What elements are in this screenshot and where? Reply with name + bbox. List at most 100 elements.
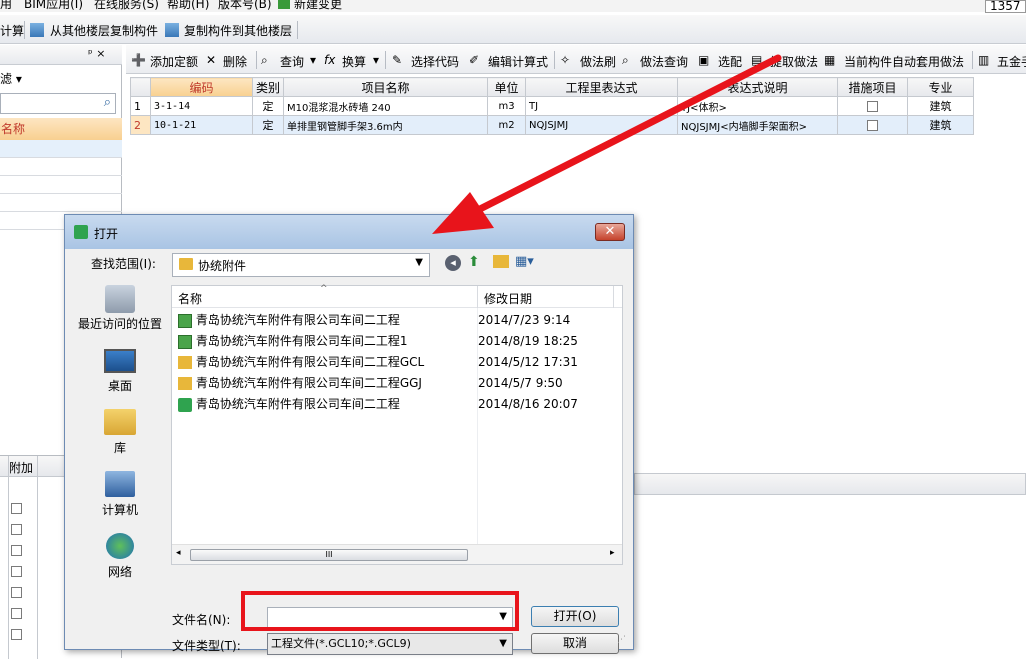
- toolbar-separator: [297, 21, 298, 39]
- open-button[interactable]: 打开(O): [531, 606, 619, 627]
- auto-apply-button[interactable]: 当前构件自动套用做法: [844, 53, 964, 70]
- place-recent[interactable]: 最近访问的位置: [73, 285, 167, 332]
- col-expr-header[interactable]: 工程里表达式: [525, 77, 679, 97]
- cell-name[interactable]: M10混浆混水砖墙 240: [283, 96, 489, 116]
- table-row[interactable]: 2 10-1-21 定 单排里钢管脚手架3.6m内 m2 NQJSJMJ NQJ…: [130, 115, 975, 135]
- measure-checkbox[interactable]: [867, 120, 879, 131]
- cell-measure[interactable]: [837, 96, 909, 116]
- file-row[interactable]: 青岛协统汽车附件有限公司车间二工程GGJ 2014/5/7 9:50: [178, 373, 618, 393]
- place-network[interactable]: 网络: [73, 533, 167, 580]
- dialog-titlebar[interactable]: 打开 ✕: [65, 215, 633, 249]
- add-quota-button[interactable]: 添加定额: [150, 53, 198, 70]
- col-unit-header[interactable]: 单位: [487, 77, 527, 97]
- measure-checkbox[interactable]: [867, 101, 879, 112]
- place-computer[interactable]: 计算机: [73, 471, 167, 518]
- place-desktop[interactable]: 桌面: [73, 349, 167, 394]
- resize-grip-icon[interactable]: ⋰: [617, 635, 626, 645]
- file-row[interactable]: 青岛协统汽车附件有限公司车间二工程 2014/8/16 20:07: [178, 394, 618, 414]
- col-name-header[interactable]: 名称: [178, 290, 202, 307]
- col-desc-header[interactable]: 表达式说明: [677, 77, 839, 97]
- copy-from-floor-button[interactable]: 从其他楼层复制构件: [50, 22, 158, 39]
- list-item[interactable]: [0, 140, 122, 158]
- cell-major[interactable]: 建筑: [907, 96, 975, 116]
- col-type-header[interactable]: 类别: [251, 77, 285, 97]
- file-row[interactable]: 青岛协统汽车附件有限公司车间二工程GCL 2014/5/12 17:31: [178, 352, 618, 372]
- file-name: 青岛协统汽车附件有限公司车间二工程: [195, 397, 400, 411]
- cell-desc[interactable]: TJ<体积>: [677, 96, 839, 116]
- convert-button[interactable]: 换算: [342, 53, 366, 70]
- desktop-icon: [104, 349, 136, 373]
- network-icon: [106, 533, 134, 559]
- menu-item-help[interactable]: 帮助(H): [167, 0, 209, 12]
- filetype-select[interactable]: 工程文件(*.GCL10;*.GCL9) ▼: [267, 633, 513, 655]
- query-button[interactable]: 查询: [280, 53, 304, 70]
- attach-checkbox[interactable]: [11, 503, 22, 514]
- cell-unit[interactable]: m3: [487, 96, 527, 116]
- select-code-button[interactable]: 选择代码: [411, 53, 459, 70]
- col-name-header[interactable]: 项目名称: [283, 77, 489, 97]
- list-item[interactable]: [0, 176, 122, 194]
- menu-item-version[interactable]: 版本号(B): [218, 0, 272, 12]
- menu-item-new-change[interactable]: 新建变更: [294, 0, 342, 12]
- cell-major[interactable]: 建筑: [907, 115, 975, 135]
- col-code-header[interactable]: 编码: [150, 77, 253, 97]
- method-brush-button[interactable]: 做法刷: [580, 53, 616, 70]
- dropdown-arrow-icon[interactable]: ▾: [373, 53, 379, 67]
- cell-expr[interactable]: TJ: [525, 96, 679, 116]
- dropdown-arrow-icon[interactable]: ▾: [310, 53, 316, 67]
- list-item[interactable]: [0, 194, 122, 212]
- cell-desc[interactable]: NQJSJMJ<内墙脚手架面积>: [677, 115, 839, 135]
- cancel-button[interactable]: 取消: [531, 633, 619, 654]
- lookin-dropdown[interactable]: 协统附件 ▼: [172, 253, 430, 277]
- attach-checkbox[interactable]: [11, 608, 22, 619]
- col-date-header[interactable]: 修改日期: [484, 290, 532, 307]
- menu-item-online[interactable]: 在线服务(S): [94, 0, 159, 12]
- new-folder-icon[interactable]: [493, 255, 509, 268]
- menu-item-bim[interactable]: BIM应用(I): [24, 0, 83, 12]
- method-query-button[interactable]: 做法查询: [640, 53, 688, 70]
- extract-method-button[interactable]: 提取做法: [770, 53, 818, 70]
- list-item[interactable]: [0, 158, 122, 176]
- attach-checkbox[interactable]: [11, 524, 22, 535]
- cell-type[interactable]: 定: [251, 115, 285, 135]
- copy-to-floor-button[interactable]: 复制构件到其他楼层: [184, 22, 292, 39]
- cell-type[interactable]: 定: [251, 96, 285, 116]
- scroll-right-icon[interactable]: ▸: [610, 548, 615, 558]
- attach-checkbox[interactable]: [11, 545, 22, 556]
- cell-expr[interactable]: NQJSJMJ: [525, 115, 679, 135]
- chevron-down-icon[interactable]: ▼: [499, 634, 507, 654]
- col-measure-header[interactable]: 措施项目: [837, 77, 909, 97]
- new-change-icon: [278, 0, 290, 9]
- cell-unit[interactable]: m2: [487, 115, 527, 135]
- scroll-thumb[interactable]: III: [190, 549, 468, 561]
- cell-code[interactable]: 10-1-21: [150, 115, 253, 135]
- file-row[interactable]: 青岛协统汽车附件有限公司车间二工程 2014/7/23 9:14: [178, 310, 618, 330]
- close-button[interactable]: ✕: [595, 223, 625, 241]
- left-search-input[interactable]: ⌕: [0, 93, 116, 114]
- menu-item-use[interactable]: 用: [0, 0, 12, 12]
- cell-measure[interactable]: [837, 115, 909, 135]
- delete-button[interactable]: 删除: [223, 53, 247, 70]
- calc-button[interactable]: 计算: [0, 22, 24, 39]
- attach-checkbox[interactable]: [11, 587, 22, 598]
- pin-close-controls[interactable]: ᵖ ×: [88, 47, 105, 60]
- edit-formula-button[interactable]: 编辑计算式: [488, 53, 548, 70]
- match-button[interactable]: 选配: [718, 53, 742, 70]
- search-icon[interactable]: ⌕: [104, 95, 111, 110]
- back-icon[interactable]: ◂: [445, 255, 461, 271]
- filter-dropdown[interactable]: 滤 ▾: [0, 70, 22, 87]
- cell-code[interactable]: 3-1-14: [150, 96, 253, 116]
- chevron-down-icon[interactable]: ▼: [415, 257, 423, 268]
- attach-checkbox[interactable]: [11, 629, 22, 640]
- scroll-left-icon[interactable]: ◂: [176, 548, 181, 558]
- hardware-button[interactable]: 五金手: [997, 53, 1026, 70]
- place-library[interactable]: 库: [73, 409, 167, 456]
- up-folder-icon[interactable]: ⬆: [468, 254, 480, 270]
- cell-name[interactable]: 单排里钢管脚手架3.6m内: [283, 115, 489, 135]
- file-row[interactable]: 青岛协统汽车附件有限公司车间二工程1 2014/8/19 18:25: [178, 331, 618, 351]
- view-menu-icon[interactable]: ▦▾: [515, 254, 534, 269]
- horizontal-scrollbar[interactable]: ◂ III ▸: [172, 544, 622, 564]
- col-major-header[interactable]: 专业: [907, 77, 975, 97]
- table-row[interactable]: 1 3-1-14 定 M10混浆混水砖墙 240 m3 TJ TJ<体积> 建筑: [130, 96, 975, 116]
- attach-checkbox[interactable]: [11, 566, 22, 577]
